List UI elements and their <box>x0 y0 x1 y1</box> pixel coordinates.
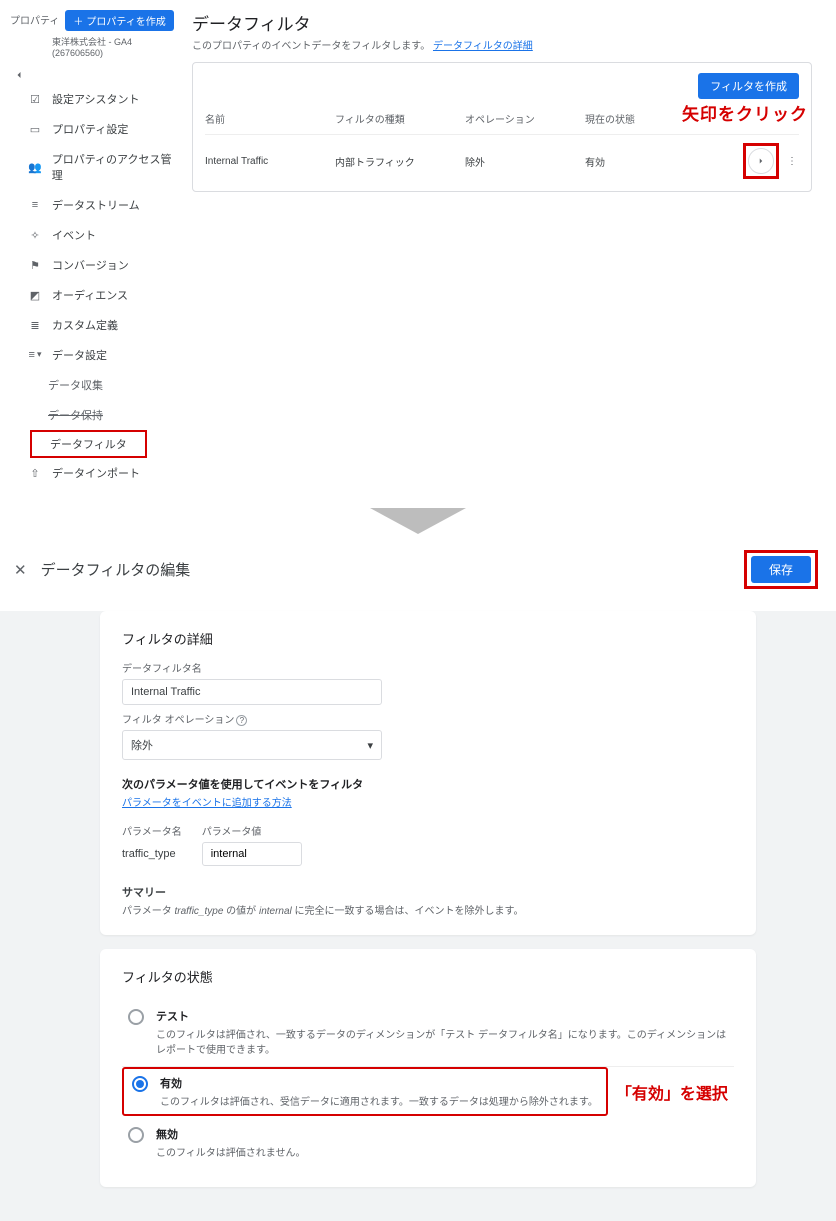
sidebar: プロパティ ＋ プロパティを作成 東洋株式会社 - GA4 (267606560… <box>0 4 182 488</box>
nav-audiences[interactable]: ◩オーディエンス <box>0 280 182 310</box>
nav-data-streams[interactable]: ≡データストリーム <box>0 190 182 220</box>
row-menu-button[interactable]: ⋮ <box>785 156 799 167</box>
status-option-test[interactable]: テスト このフィルタは評価され、一致するデータのディメンションが「テスト データ… <box>122 998 734 1067</box>
page-title: データフィルタ <box>192 10 812 35</box>
nav-property-settings[interactable]: ▭プロパティ設定 <box>0 114 182 144</box>
col-name: 名前 <box>205 111 335 126</box>
summary-title: サマリー <box>122 884 734 900</box>
flag-icon: ⚑ <box>28 259 42 272</box>
data-icon: ≡ <box>28 349 42 361</box>
status-label-disabled: 無効 <box>156 1126 306 1142</box>
main-panel: データフィルタ このプロパティのイベントデータをフィルタします。 データフィルタ… <box>182 4 836 488</box>
param-section-title: 次のパラメータ値を使用してイベントをフィルタ <box>122 776 734 792</box>
col-type: フィルタの種類 <box>335 111 465 126</box>
status-option-disabled[interactable]: 無効 このフィルタは評価されません。 <box>122 1116 734 1169</box>
help-icon[interactable]: ? <box>236 715 247 726</box>
filter-op-value: 除外 <box>131 737 153 753</box>
chevron-right-icon <box>756 156 766 166</box>
nav-list: ☑設定アシスタント ▭プロパティ設定 👥プロパティのアクセス管理 ≡データストリ… <box>0 84 182 488</box>
plus-icon: ＋ <box>73 13 83 28</box>
status-desc-disabled: このフィルタは評価されません。 <box>156 1144 306 1159</box>
nav-custom-defs[interactable]: ≣カスタム定義 <box>0 310 182 340</box>
nav-data-settings[interactable]: ≡データ設定 <box>0 340 182 370</box>
edit-title: データフィルタの編集 <box>41 559 191 580</box>
param-val-input[interactable] <box>202 842 302 866</box>
assistant-icon: ☑ <box>28 93 42 106</box>
status-label-test: テスト <box>156 1008 728 1024</box>
highlight-status-active: 有効 このフィルタは評価され、受信データに適用されます。一致するデータは処理から… <box>122 1067 608 1116</box>
nav-data-filters-wrap: データフィルタ <box>0 430 182 458</box>
create-property-button[interactable]: ＋ プロパティを作成 <box>65 10 173 31</box>
annotation-select-active: 「有効」を選択 <box>616 1080 728 1104</box>
filter-op-label: フィルタ オペレーション? <box>122 711 734 726</box>
edit-body: フィルタの詳細 データフィルタ名 フィルタ オペレーション? 除外 ▾ 次のパラ… <box>0 611 836 1221</box>
flow-divider <box>0 496 836 544</box>
status-label-active: 有効 <box>160 1075 598 1091</box>
custom-icon: ≣ <box>28 319 42 332</box>
nav-events[interactable]: ✧イベント <box>0 220 182 250</box>
status-desc-active: このフィルタは評価され、受信データに適用されます。一致するデータは処理から除外さ… <box>160 1093 598 1108</box>
filter-op-select[interactable]: 除外 ▾ <box>122 730 382 760</box>
stream-icon: ≡ <box>28 199 42 211</box>
create-property-label: プロパティを作成 <box>86 13 165 28</box>
highlight-save: 保存 <box>744 550 818 589</box>
filter-name-input[interactable] <box>122 679 382 705</box>
property-label: プロパティ <box>10 10 59 27</box>
nav-data-collection[interactable]: データ収集 <box>0 370 182 400</box>
col-op: オペレーション <box>465 111 585 126</box>
status-heading: フィルタの状態 <box>122 967 734 986</box>
radio-icon[interactable] <box>128 1009 144 1025</box>
table-row[interactable]: Internal Traffic 内部トラフィック 除外 有効 ⋮ <box>205 135 799 187</box>
nav-data-filters[interactable]: データフィルタ <box>50 439 127 451</box>
row-arrow-button[interactable] <box>748 148 774 174</box>
param-val-label: パラメータ値 <box>202 823 302 838</box>
highlight-data-filters: データフィルタ <box>30 430 147 458</box>
nav-data-retention[interactable]: データ保持 <box>0 400 182 430</box>
edit-header: ✕ データフィルタの編集 保存 <box>0 544 836 599</box>
create-filter-button[interactable]: フィルタを作成 <box>698 73 799 99</box>
down-arrow-icon <box>370 508 466 534</box>
audience-icon: ◩ <box>28 289 42 302</box>
cell-state: 有効 <box>585 154 743 169</box>
filter-name-label: データフィルタ名 <box>122 660 734 675</box>
details-pane: フィルタの詳細 データフィルタ名 フィルタ オペレーション? 除外 ▾ 次のパラ… <box>100 611 756 935</box>
chevron-down-icon: ▾ <box>367 739 373 752</box>
radio-icon-checked[interactable] <box>132 1076 148 1092</box>
event-icon: ✧ <box>28 229 42 242</box>
account-id-line: 東洋株式会社 - GA4 (267606560) <box>0 35 182 64</box>
filters-card: フィルタを作成 名前 フィルタの種類 オペレーション 現在の状態 Interna… <box>192 62 812 192</box>
nav-data-import[interactable]: ⇧データインポート <box>0 458 182 488</box>
annotation-arrow-click: 矢印をクリック <box>682 100 808 125</box>
page-subtitle: このプロパティのイベントデータをフィルタします。 データフィルタの詳細 <box>192 37 812 52</box>
param-name-value: traffic_type <box>122 842 182 866</box>
back-arrow-icon[interactable] <box>10 66 28 84</box>
cell-op: 除外 <box>465 154 585 169</box>
close-icon[interactable]: ✕ <box>14 561 27 579</box>
import-icon: ⇧ <box>28 467 42 480</box>
radio-icon[interactable] <box>128 1127 144 1143</box>
people-icon: 👥 <box>28 161 42 174</box>
param-help-link[interactable]: パラメータをイベントに追加する方法 <box>122 798 292 809</box>
nav-property-access[interactable]: 👥プロパティのアクセス管理 <box>0 144 182 190</box>
status-pane: フィルタの状態 テスト このフィルタは評価され、一致するデータのディメンションが… <box>100 949 756 1187</box>
highlight-arrow <box>743 143 779 179</box>
param-name-label: パラメータ名 <box>122 823 182 838</box>
nav-conversions[interactable]: ⚑コンバージョン <box>0 250 182 280</box>
details-heading: フィルタの詳細 <box>122 629 734 648</box>
cell-name: Internal Traffic <box>205 156 335 167</box>
settings-icon: ▭ <box>28 123 42 136</box>
save-button[interactable]: 保存 <box>751 556 811 583</box>
filter-detail-link[interactable]: データフィルタの詳細 <box>433 41 533 52</box>
status-desc-test: このフィルタは評価され、一致するデータのディメンションが「テスト データフィルタ… <box>156 1026 728 1056</box>
nav-setup-assistant[interactable]: ☑設定アシスタント <box>0 84 182 114</box>
cell-type: 内部トラフィック <box>335 154 465 169</box>
summary-text: パラメータ traffic_type の値が internal に完全に一致する… <box>122 902 734 917</box>
